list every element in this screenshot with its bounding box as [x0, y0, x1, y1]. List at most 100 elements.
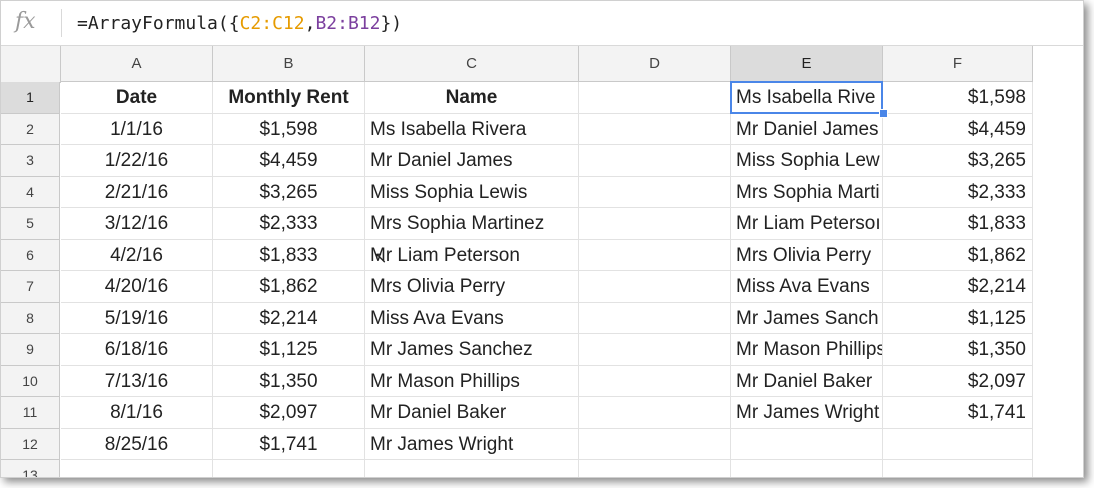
cell-a6[interactable]: 4/2/16 — [61, 239, 213, 271]
row-header-7[interactable]: 7 — [1, 271, 60, 303]
row-header-2[interactable]: 2 — [1, 113, 60, 145]
cell-d11[interactable] — [579, 397, 731, 429]
cell-b1[interactable]: Monthly Rent — [213, 82, 365, 114]
cell-c11[interactable]: Mr Daniel Baker — [365, 397, 579, 429]
row-header-10[interactable]: 10 — [1, 365, 60, 397]
cell-d12[interactable] — [579, 428, 731, 460]
cell-a10[interactable]: 7/13/16 — [61, 365, 213, 397]
cell-b6[interactable]: $1,833 — [213, 239, 365, 271]
cell-a5[interactable]: 3/12/16 — [61, 208, 213, 240]
cell-f4[interactable]: $2,333 — [883, 176, 1033, 208]
cell-f10[interactable]: $2,097 — [883, 365, 1033, 397]
cell-a1[interactable]: Date — [61, 82, 213, 114]
cell-e7[interactable]: Miss Ava Evans — [731, 271, 883, 303]
cell-a9[interactable]: 6/18/16 — [61, 334, 213, 366]
cell-a7[interactable]: 4/20/16 — [61, 271, 213, 303]
cell-f5[interactable]: $1,833 — [883, 208, 1033, 240]
cell-d10[interactable] — [579, 365, 731, 397]
cell-b4[interactable]: $3,265 — [213, 176, 365, 208]
row-header-4[interactable]: 4 — [1, 176, 60, 208]
cell-d1[interactable] — [579, 82, 731, 114]
row-header-6[interactable]: 6 — [1, 239, 60, 271]
select-all-corner[interactable] — [1, 46, 61, 83]
cell-c13[interactable] — [365, 460, 579, 477]
cell-a13[interactable] — [61, 460, 213, 477]
column-header-e[interactable]: E — [731, 46, 883, 82]
cell-b9[interactable]: $1,125 — [213, 334, 365, 366]
cell-a2[interactable]: 1/1/16 — [61, 113, 213, 145]
cell-f3[interactable]: $3,265 — [883, 145, 1033, 177]
cell-f13[interactable] — [883, 460, 1033, 477]
column-header-b[interactable]: B — [213, 46, 365, 82]
cell-e4[interactable]: Mrs Sophia Marti — [731, 176, 883, 208]
column-header-d[interactable]: D — [579, 46, 731, 82]
cell-f12[interactable] — [883, 428, 1033, 460]
cell-a3[interactable]: 1/22/16 — [61, 145, 213, 177]
cell-f7[interactable]: $2,214 — [883, 271, 1033, 303]
cell-c10[interactable]: Mr Mason Phillips — [365, 365, 579, 397]
row-header-5[interactable]: 5 — [1, 208, 60, 240]
row-header-13[interactable]: 13 — [1, 460, 60, 477]
row-header-8[interactable]: 8 — [1, 302, 60, 334]
cell-d2[interactable] — [579, 113, 731, 145]
cell-e5[interactable]: Mr Liam Petersoı — [731, 208, 883, 240]
cell-d6[interactable] — [579, 239, 731, 271]
cell-c6[interactable]: Mr Liam Peterson — [365, 239, 579, 271]
cell-d9[interactable] — [579, 334, 731, 366]
cell-e11[interactable]: Mr James Wright — [731, 397, 883, 429]
cell-b10[interactable]: $1,350 — [213, 365, 365, 397]
cell-b11[interactable]: $2,097 — [213, 397, 365, 429]
cell-c8[interactable]: Miss Ava Evans — [365, 302, 579, 334]
cell-b3[interactable]: $4,459 — [213, 145, 365, 177]
cell-d5[interactable] — [579, 208, 731, 240]
cell-d13[interactable] — [579, 460, 731, 477]
fill-handle[interactable] — [879, 108, 888, 118]
cell-f11[interactable]: $1,741 — [883, 397, 1033, 429]
cell-d4[interactable] — [579, 176, 731, 208]
row-header-1[interactable]: 1 — [1, 82, 60, 114]
cell-a12[interactable]: 8/25/16 — [61, 428, 213, 460]
cell-e12[interactable] — [731, 428, 883, 460]
formula-bar[interactable]: fx =ArrayFormula({C2:C12,B2:B12}) — [1, 1, 1083, 46]
cell-e8[interactable]: Mr James Sanch — [731, 302, 883, 334]
cell-c3[interactable]: Mr Daniel James — [365, 145, 579, 177]
cell-c7[interactable]: Mrs Olivia Perry — [365, 271, 579, 303]
row-header-3[interactable]: 3 — [1, 145, 60, 177]
cell-e6[interactable]: Mrs Olivia Perry — [731, 239, 883, 271]
cell-b5[interactable]: $2,333 — [213, 208, 365, 240]
cell-c2[interactable]: Ms Isabella Rivera — [365, 113, 579, 145]
cell-c9[interactable]: Mr James Sanchez — [365, 334, 579, 366]
column-header-a[interactable]: A — [61, 46, 213, 82]
cell-e13[interactable] — [731, 460, 883, 477]
cell-e3[interactable]: Miss Sophia Lew — [731, 145, 883, 177]
row-header-12[interactable]: 12 — [1, 428, 60, 460]
cell-f2[interactable]: $4,459 — [883, 113, 1033, 145]
cell-e10[interactable]: Mr Daniel Baker — [731, 365, 883, 397]
cell-b12[interactable]: $1,741 — [213, 428, 365, 460]
cell-d7[interactable] — [579, 271, 731, 303]
row-header-9[interactable]: 9 — [1, 334, 60, 366]
row-header-11[interactable]: 11 — [1, 397, 60, 429]
formula-input[interactable]: =ArrayFormula({C2:C12,B2:B12}) — [77, 13, 402, 34]
cell-a4[interactable]: 2/21/16 — [61, 176, 213, 208]
cell-f9[interactable]: $1,350 — [883, 334, 1033, 366]
cell-c12[interactable]: Mr James Wright — [365, 428, 579, 460]
cell-b13[interactable] — [213, 460, 365, 477]
cell-c1[interactable]: Name — [365, 82, 579, 114]
cell-d8[interactable] — [579, 302, 731, 334]
cell-e2[interactable]: Mr Daniel James — [731, 113, 883, 145]
cell-e9[interactable]: Mr Mason Phillips — [731, 334, 883, 366]
cell-f8[interactable]: $1,125 — [883, 302, 1033, 334]
cell-f6[interactable]: $1,862 — [883, 239, 1033, 271]
cell-b2[interactable]: $1,598 — [213, 113, 365, 145]
cell-d3[interactable] — [579, 145, 731, 177]
column-header-c[interactable]: C — [365, 46, 579, 82]
cell-e1[interactable]: Ms Isabella Rive — [731, 82, 883, 114]
cell-a11[interactable]: 8/1/16 — [61, 397, 213, 429]
cell-f1[interactable]: $1,598 — [883, 82, 1033, 114]
cell-b7[interactable]: $1,862 — [213, 271, 365, 303]
cell-c4[interactable]: Miss Sophia Lewis — [365, 176, 579, 208]
cell-c5[interactable]: Mrs Sophia Martinez — [365, 208, 579, 240]
column-header-f[interactable]: F — [883, 46, 1033, 82]
cell-b8[interactable]: $2,214 — [213, 302, 365, 334]
